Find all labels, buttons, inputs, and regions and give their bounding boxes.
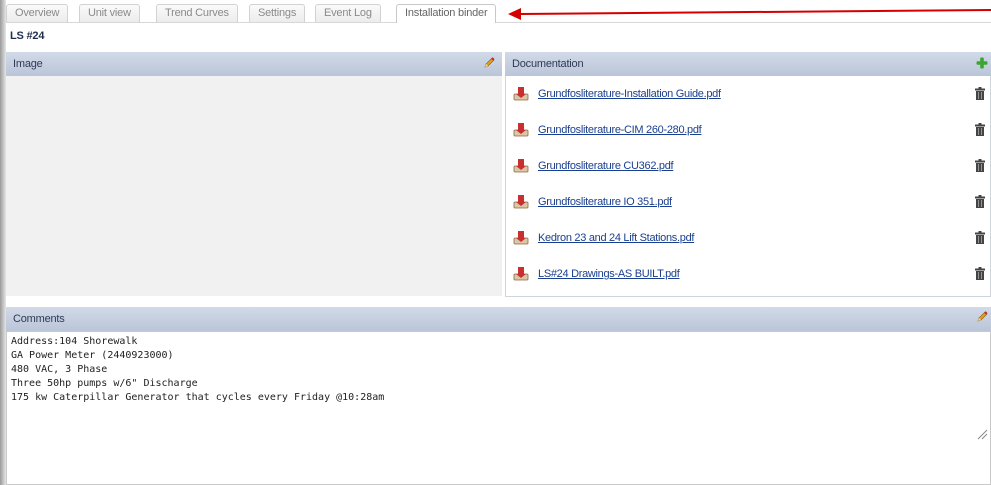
document-link[interactable]: Grundfosliterature CU362.pdf (538, 160, 674, 172)
image-panel-body (6, 76, 502, 296)
annotation-arrow (508, 8, 991, 20)
pencil-icon[interactable] (976, 311, 988, 323)
document-row: Kedron 23 and 24 Lift Stations.pdf (505, 220, 991, 256)
tab-settings[interactable]: Settings (249, 4, 306, 22)
pdf-download-icon[interactable] (513, 86, 529, 101)
page-title: LS #24 (10, 30, 45, 42)
pdf-download-icon[interactable] (513, 122, 529, 137)
trash-icon[interactable] (975, 267, 985, 280)
document-link[interactable]: Grundfosliterature IO 351.pdf (538, 196, 672, 208)
image-panel-title: Image (13, 58, 43, 70)
tab-unit-view[interactable]: Unit view (79, 4, 140, 22)
document-row: LS#24 Drawings-AS BUILT.pdf (505, 256, 991, 292)
document-row: Grundfosliterature-Installation Guide.pd… (505, 76, 991, 112)
tab-event-log[interactable]: Event Log (315, 4, 381, 22)
trash-icon[interactable] (975, 123, 985, 136)
comments-textarea[interactable]: Address:104 Shorewalk GA Power Meter (24… (6, 331, 991, 485)
pdf-download-icon[interactable] (513, 266, 529, 281)
tab-installation-binder[interactable]: Installation binder (396, 4, 497, 23)
comments-panel-title: Comments (13, 313, 65, 325)
trash-icon[interactable] (975, 195, 985, 208)
documentation-panel-title: Documentation (512, 58, 584, 70)
pdf-download-icon[interactable] (513, 194, 529, 209)
document-link[interactable]: Kedron 23 and 24 Lift Stations.pdf (538, 232, 694, 244)
image-panel-header: Image (6, 52, 502, 76)
tab-trend-curves[interactable]: Trend Curves (156, 4, 238, 22)
trash-icon[interactable] (975, 87, 985, 100)
pdf-download-icon[interactable] (513, 158, 529, 173)
document-link[interactable]: Grundfosliterature-CIM 260-280.pdf (538, 124, 702, 136)
trash-icon[interactable] (975, 231, 985, 244)
document-link[interactable]: LS#24 Drawings-AS BUILT.pdf (538, 268, 680, 280)
pencil-icon[interactable] (483, 57, 495, 69)
trash-icon[interactable] (975, 159, 985, 172)
documentation-panel-header: Documentation (505, 52, 991, 76)
plus-icon[interactable] (976, 57, 988, 69)
document-row: Grundfosliterature IO 351.pdf (505, 184, 991, 220)
document-row: Grundfosliterature CU362.pdf (505, 148, 991, 184)
document-link[interactable]: Grundfosliterature-Installation Guide.pd… (538, 88, 721, 100)
resize-grip-icon[interactable] (976, 428, 988, 440)
document-row: Grundfosliterature-CIM 260-280.pdf (505, 112, 991, 148)
documentation-list: Grundfosliterature-Installation Guide.pd… (505, 76, 991, 292)
tab-overview[interactable]: Overview (6, 4, 69, 22)
pdf-download-icon[interactable] (513, 230, 529, 245)
comments-panel-header: Comments (6, 307, 991, 331)
